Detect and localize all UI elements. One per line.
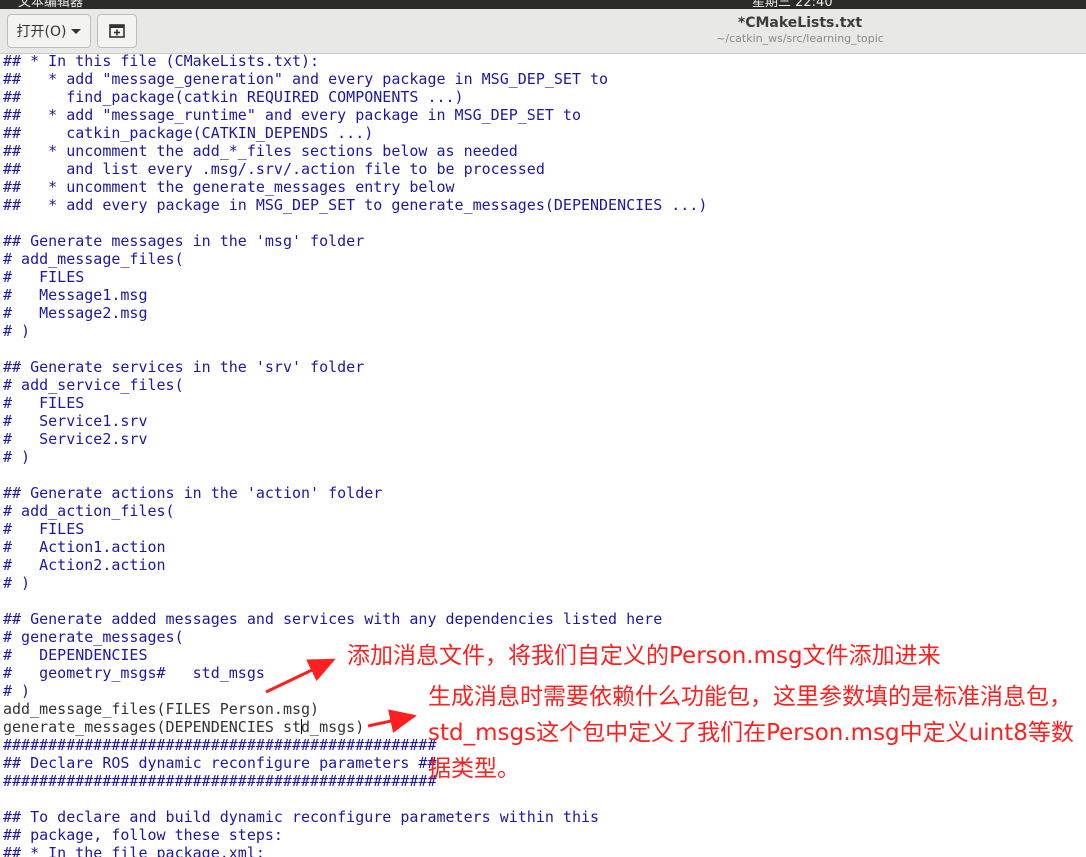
code-line: # ) [3, 574, 31, 592]
code-line: ​ [3, 790, 707, 808]
code-line: # Service1.srv [3, 412, 148, 430]
code-line: ## To declare and build dynamic reconfig… [3, 808, 600, 826]
code-line: ## and list every .msg/.srv/.action file… [3, 160, 545, 178]
code-line: # ) [3, 322, 31, 340]
annotation-add-message-files: 添加消息文件，将我们自定义的Person.msg文件添加进来 [347, 643, 941, 669]
code-line: # Message1.msg [3, 286, 148, 304]
code-line: # Service2.srv [3, 430, 148, 448]
code-line: ​ [3, 214, 707, 232]
code-line: ## * uncomment the add_*_files sections … [3, 142, 518, 160]
code-line: # Action2.action [3, 556, 166, 574]
code-line: # Message2.msg [3, 304, 148, 322]
code-line: ## * uncomment the generate_messages ent… [3, 178, 455, 196]
clock: 星期三 22:40 [752, 0, 833, 9]
system-top-bar: 文本编辑器 星期三 22:40 [0, 0, 1086, 9]
window-title: *CMakeLists.txt ~/catkin_ws/src/learning… [600, 15, 1000, 46]
code-line: ## Generate services in the 'srv' folder [3, 358, 365, 376]
code-line: # Action1.action [3, 538, 166, 556]
code-segment: generate_messages(DEPENDENCIES st [3, 718, 302, 736]
code-line: ## package, follow these steps: [3, 826, 283, 844]
code-line: # FILES [3, 394, 85, 412]
code-line: ## * add "message_generation" and every … [3, 70, 609, 88]
code-line: # add_action_files( [3, 502, 175, 520]
document-add-icon [109, 24, 125, 38]
open-button-label: 打开(O) [16, 24, 67, 40]
code-line: # add_message_files( [3, 250, 184, 268]
code-line: ## find_package(catkin REQUIRED COMPONEN… [3, 88, 464, 106]
code-line: ## * add "message_runtime" and every pac… [3, 106, 581, 124]
code-line: # FILES [3, 268, 85, 286]
document-path: ~/catkin_ws/src/learning_topic [716, 32, 884, 45]
code-line: # FILES [3, 520, 85, 538]
code-line: ## * In this file (CMakeLists.txt): [3, 54, 320, 70]
code-line: ## * In the file package.xml: [3, 844, 265, 857]
code-line: ​ [3, 466, 707, 484]
code-line: ## Generate actions in the 'action' fold… [3, 484, 383, 502]
code-segment: d_msgs) [301, 718, 365, 736]
code-line: # ) [3, 448, 31, 466]
code-line: # add_service_files( [3, 376, 184, 394]
code-line: ​ [3, 592, 707, 610]
code-line: ## Generate added messages and services … [3, 610, 663, 628]
code-line: ## * add every package in MSG_DEP_SET to… [3, 196, 708, 214]
editor-header-bar: 打开(O) *CMakeLists.txt ~/catkin_ws/src/le… [0, 9, 1086, 54]
open-button[interactable]: 打开(O) [7, 14, 91, 48]
new-tab-button[interactable] [97, 14, 137, 48]
chevron-down-icon [71, 28, 82, 34]
app-name: 文本编辑器 [18, 0, 84, 9]
annotation-generate-messages: 生成消息时需要依赖什么功能包，这里参数填的是标准消息包，std_msgs这个包中… [428, 684, 1074, 782]
code-line: ## Generate messages in the 'msg' folder [3, 232, 365, 250]
document-title: *CMakeLists.txt [737, 15, 863, 31]
code-line: ​ [3, 340, 707, 358]
code-line: ## catkin_package(CATKIN_DEPENDS ...) [3, 124, 374, 142]
